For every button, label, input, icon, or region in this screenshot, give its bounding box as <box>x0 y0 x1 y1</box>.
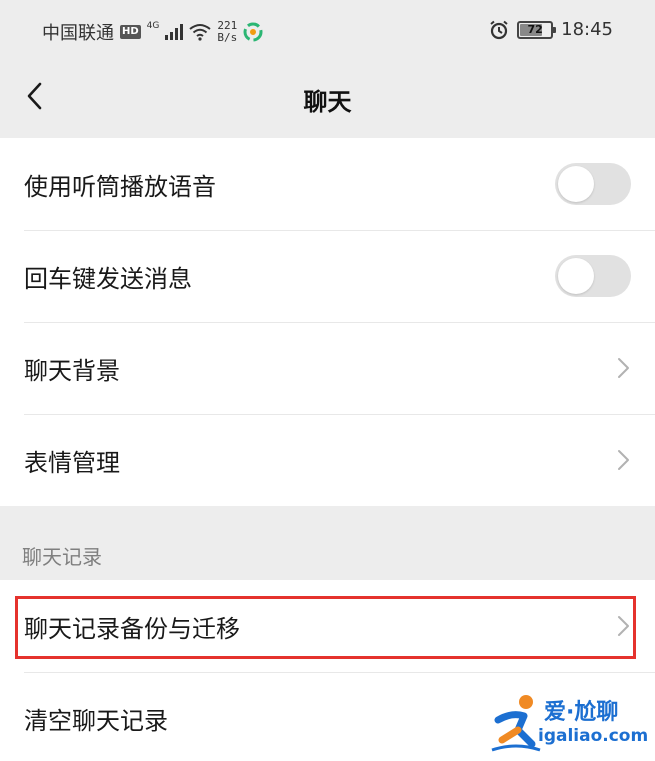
row-chat-background[interactable]: 聊天背景 <box>0 322 655 414</box>
wifi-icon <box>189 24 211 41</box>
earpiece-toggle[interactable] <box>555 163 631 205</box>
row-label: 使用听筒播放语音 <box>24 172 216 201</box>
chat-settings-group: 使用听筒播放语音 回车键发送消息 聊天背景 表情管理 <box>0 138 655 506</box>
status-right: 72 18:45 <box>489 19 613 40</box>
section-header-chat-history: 聊天记录 <box>22 545 102 569</box>
watermark: 爱·尬聊 igaliao.com <box>488 690 648 754</box>
enter-send-toggle[interactable] <box>555 255 631 297</box>
clock: 18:45 <box>561 19 613 40</box>
page-title: 聊天 <box>303 88 352 116</box>
alarm-icon <box>490 20 508 39</box>
network-speed: 221 B/s <box>217 20 237 44</box>
speed-unit: B/s <box>217 31 238 44</box>
row-backup-and-migrate[interactable]: 聊天记录备份与迁移 <box>0 580 655 672</box>
row-label: 回车键发送消息 <box>24 264 192 293</box>
network-type: 4G <box>146 21 160 31</box>
battery-percent: 72 <box>527 23 543 36</box>
toggle-knob <box>558 258 594 294</box>
row-earpiece-playback[interactable]: 使用听筒播放语音 <box>0 138 655 230</box>
nav-bar: 聊天 <box>0 62 655 136</box>
row-label: 表情管理 <box>24 448 120 477</box>
carrier-name: 中国联通 <box>42 23 114 44</box>
app-notification-icon <box>243 22 263 42</box>
watermark-url: igaliao.com <box>538 726 649 746</box>
chevron-right-icon <box>618 358 629 378</box>
row-label: 聊天背景 <box>24 356 120 385</box>
runner-logo-icon <box>491 695 541 752</box>
battery-icon: 72 <box>517 20 557 39</box>
row-enter-to-send[interactable]: 回车键发送消息 <box>0 230 655 322</box>
watermark-brand: 爱·尬聊 <box>544 700 619 725</box>
status-bar: 中国联通 HD 4G 221 B/s 72 18:45 <box>0 0 655 62</box>
hd-icon: HD <box>120 25 141 39</box>
row-label: 清空聊天记录 <box>24 706 168 735</box>
chevron-right-icon <box>618 450 629 470</box>
signal-icon <box>165 24 184 40</box>
chevron-right-icon <box>618 616 629 636</box>
row-label: 聊天记录备份与迁移 <box>24 614 240 643</box>
toggle-knob <box>558 166 594 202</box>
row-sticker-management[interactable]: 表情管理 <box>0 414 655 506</box>
status-left: 中国联通 HD 4G 221 B/s <box>42 19 263 45</box>
